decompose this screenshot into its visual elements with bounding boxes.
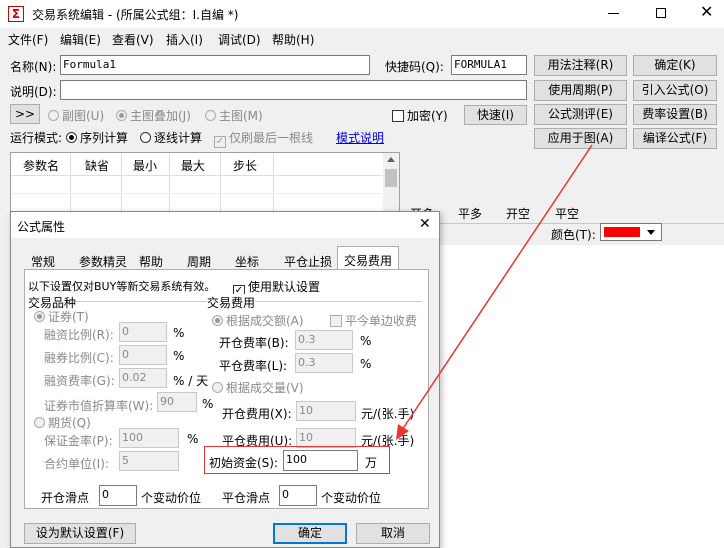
annotation-arrow [396, 144, 593, 440]
